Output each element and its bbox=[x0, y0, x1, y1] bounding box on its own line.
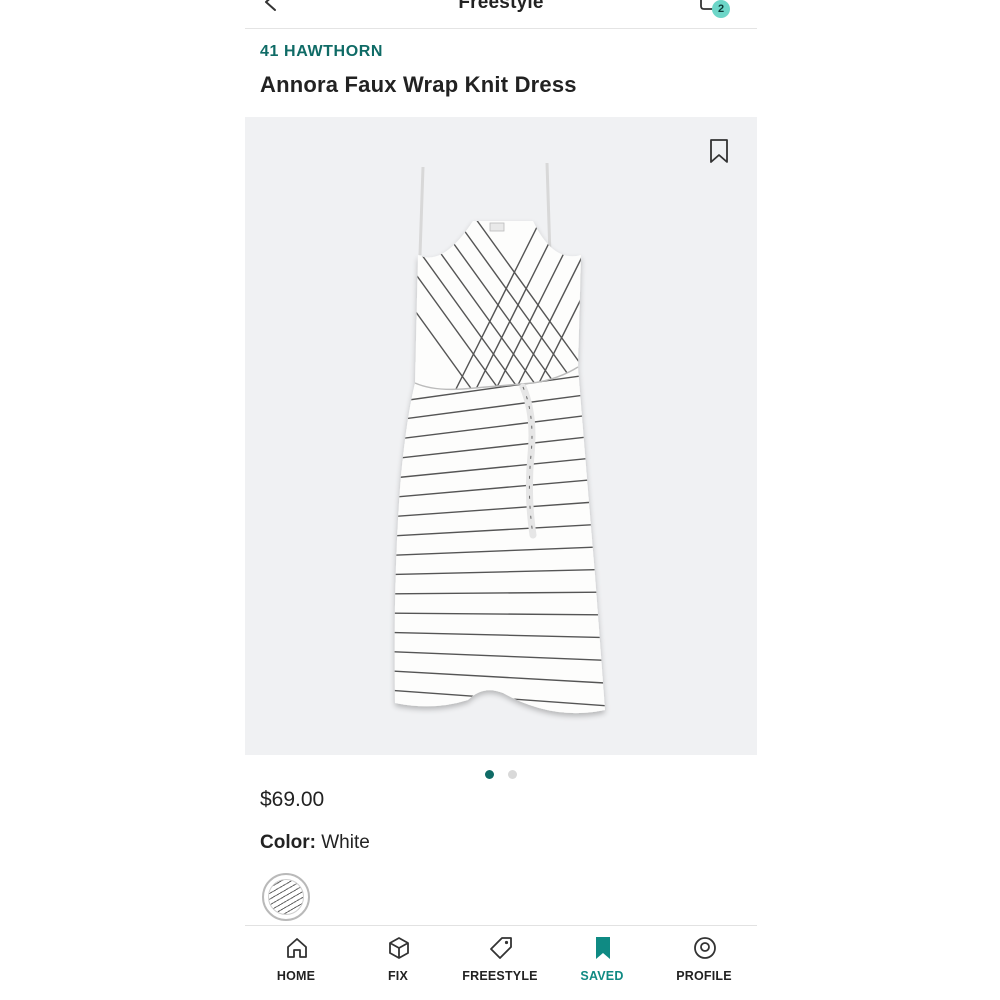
top-navigation-bar: Freestyle 2 bbox=[245, 0, 757, 29]
page-dot[interactable] bbox=[508, 770, 518, 779]
page-title: Freestyle bbox=[458, 0, 544, 13]
product-brand[interactable]: 41 HAWTHORN bbox=[260, 43, 383, 61]
home-icon bbox=[287, 938, 307, 958]
app-screen: Freestyle 2 41 HAWTHORN Annora Faux Wrap… bbox=[245, 0, 757, 1000]
color-label: Color: bbox=[260, 832, 316, 853]
bookmark-icon bbox=[596, 937, 610, 959]
tab-saved[interactable]: SAVED bbox=[551, 926, 653, 1000]
tab-label: PROFILE bbox=[676, 969, 732, 983]
color-swatch-white[interactable] bbox=[262, 873, 310, 921]
bottom-tab-bar: HOME FIX FREESTYLE SAVED PROFILE bbox=[245, 925, 757, 1000]
tab-label: SAVED bbox=[580, 969, 624, 983]
cart-count-badge: 2 bbox=[712, 0, 730, 18]
profile-icon bbox=[694, 937, 716, 959]
carousel-pagination bbox=[245, 766, 757, 779]
swatch-pattern bbox=[268, 879, 304, 915]
tab-freestyle[interactable]: FREESTYLE bbox=[449, 926, 551, 1000]
tab-home[interactable]: HOME bbox=[245, 926, 347, 1000]
tab-label: FIX bbox=[387, 969, 409, 983]
tab-label: HOME bbox=[276, 969, 316, 983]
product-image-carousel[interactable] bbox=[245, 117, 757, 755]
cart-button[interactable]: 2 bbox=[696, 0, 732, 22]
tag-icon bbox=[490, 937, 512, 959]
product-image bbox=[394, 162, 605, 714]
product-name: Annora Faux Wrap Knit Dress bbox=[260, 72, 577, 97]
color-value: White bbox=[321, 832, 370, 853]
box-icon bbox=[389, 937, 409, 959]
bookmark-outline-icon[interactable] bbox=[709, 138, 729, 164]
tab-profile[interactable]: PROFILE bbox=[653, 926, 755, 1000]
product-price: $69.00 bbox=[260, 788, 325, 811]
tab-fix[interactable]: FIX bbox=[347, 926, 449, 1000]
page-dot-active[interactable] bbox=[484, 770, 494, 779]
tab-label: FREESTYLE bbox=[462, 969, 538, 983]
color-selection-label: Color: White bbox=[260, 832, 370, 854]
